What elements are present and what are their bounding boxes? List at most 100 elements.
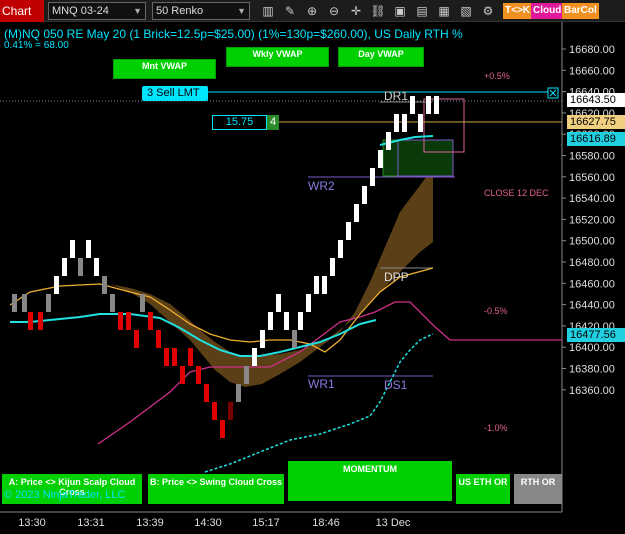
- renko-brick: [314, 276, 319, 294]
- pct-minus-label: -0.5%: [484, 306, 508, 316]
- renko-brick: [148, 312, 153, 330]
- barcol-toggle-button[interactable]: BarCol: [562, 3, 599, 19]
- mnt-vwap-button[interactable]: Mnt VWAP: [113, 59, 216, 79]
- renko-brick: [362, 186, 367, 204]
- renko-brick: [418, 114, 423, 132]
- rth-or-button[interactable]: RTH OR: [514, 474, 562, 504]
- renko-brick: [54, 276, 59, 294]
- draw-icon[interactable]: ✎: [282, 3, 298, 19]
- renko-brick: [94, 258, 99, 276]
- market-icon[interactable]: ⚙: [480, 3, 496, 19]
- momentum-button[interactable]: MOMENTUM: [288, 461, 452, 501]
- price-tick-label: 16540.00: [569, 193, 615, 205]
- renko-brick: [172, 348, 177, 366]
- instrument-selector[interactable]: MNQ 03-24 ▼: [48, 2, 146, 20]
- renko-brick: [402, 114, 407, 132]
- close-icon[interactable]: [547, 87, 559, 99]
- renko-brick: [196, 366, 201, 384]
- price-swing-cloud-button[interactable]: B: Price <> Swing Cloud Cross: [148, 474, 284, 504]
- renko-brick: [126, 312, 131, 330]
- renko-brick: [86, 240, 91, 258]
- chart-panel[interactable]: 16680.0016660.0016640.0016620.0016600.00…: [0, 22, 625, 534]
- chevron-down-icon: ▼: [133, 6, 142, 16]
- wr2-label: WR2: [308, 179, 335, 193]
- period-selector[interactable]: 50 Renko ▼: [152, 2, 250, 20]
- renko-brick: [102, 276, 107, 294]
- renko-brick: [338, 240, 343, 258]
- ma-price-box: 16616.89: [567, 132, 625, 146]
- ds1-label: DS1: [384, 378, 408, 392]
- renko-brick: [330, 258, 335, 276]
- price-tick-label: 16580.00: [569, 151, 615, 163]
- bar-chart-icon[interactable]: ▥: [260, 3, 276, 19]
- renko-brick: [62, 258, 67, 276]
- renko-brick: [28, 312, 33, 330]
- pct-plus-label: +0.5%: [484, 71, 510, 81]
- zoom-in-icon[interactable]: ⊕: [304, 3, 320, 19]
- renko-brick: [268, 312, 273, 330]
- renko-brick: [212, 402, 217, 420]
- crosshair-icon[interactable]: ✛: [348, 3, 364, 19]
- indicator-icon[interactable]: ▤: [414, 3, 430, 19]
- renko-brick: [110, 294, 115, 312]
- price-tick-label: 16440.00: [569, 300, 615, 312]
- renko-brick: [306, 294, 311, 312]
- order-price-box[interactable]: 15.75: [212, 115, 267, 130]
- strategy-icon[interactable]: ▦: [436, 3, 452, 19]
- time-tick-label: 18:46: [312, 517, 340, 529]
- properties-icon[interactable]: ▧: [458, 3, 474, 19]
- renko-brick: [164, 348, 169, 366]
- window-icon[interactable]: ▣: [392, 3, 408, 19]
- chart-title: Chart: [0, 0, 44, 22]
- renko-brick: [180, 366, 185, 384]
- price-tick-label: 16660.00: [569, 65, 615, 77]
- zoom-out-icon[interactable]: ⊖: [326, 3, 342, 19]
- price-tick-label: 16520.00: [569, 214, 615, 226]
- price-tick-label: 16360.00: [569, 385, 615, 397]
- renko-brick: [46, 294, 51, 312]
- price-tick-label: 16680.00: [569, 44, 615, 56]
- period-label: 50 Renko: [156, 5, 204, 17]
- renko-brick: [252, 348, 257, 366]
- renko-brick: [244, 366, 249, 384]
- tck-toggle-button[interactable]: T<>K: [503, 3, 533, 19]
- current-price-box: 16643.50: [567, 93, 625, 107]
- renko-brick: [378, 150, 383, 168]
- renko-brick: [118, 312, 123, 330]
- link-icon[interactable]: ⛓: [370, 3, 386, 19]
- price-tick-label: 16400.00: [569, 342, 615, 354]
- renko-bricks: [12, 96, 439, 438]
- renko-brick: [204, 384, 209, 402]
- instrument-label: MNQ 03-24: [52, 5, 109, 17]
- copyright-text: © 2023 NinjaTrader, LLC: [4, 489, 126, 501]
- renko-brick: [298, 312, 303, 330]
- renko-brick: [22, 294, 27, 312]
- stop-price-box: 16627.75: [567, 115, 625, 129]
- wkly-vwap-button[interactable]: Wkly VWAP: [226, 47, 329, 67]
- day-vwap-button[interactable]: Day VWAP: [338, 47, 424, 67]
- renko-brick: [12, 294, 17, 312]
- chart-subheader: 0.41% = 68.00: [4, 40, 69, 51]
- price-tick-label: 16560.00: [569, 172, 615, 184]
- time-tick-label: 13 Dec: [376, 517, 411, 529]
- time-tick-label: 13:39: [136, 517, 164, 529]
- cloud-toggle-button[interactable]: Cloud: [531, 3, 564, 19]
- entry-zone-box: [382, 139, 454, 177]
- renko-brick: [292, 330, 297, 348]
- pct-minus2-label: -1.0%: [484, 423, 508, 433]
- renko-brick: [322, 276, 327, 294]
- renko-brick: [38, 312, 43, 330]
- sell-limit-order-tag[interactable]: 3 Sell LMT: [142, 86, 208, 101]
- renko-brick: [284, 312, 289, 330]
- price-tick-label: 16380.00: [569, 364, 615, 376]
- us-eth-or-button[interactable]: US ETH OR: [456, 474, 510, 504]
- renko-brick: [410, 96, 415, 114]
- time-axis: 13:30 13:31 13:39 14:30 15:17 18:46 13 Dec: [18, 517, 411, 529]
- price-tick-label: 16460.00: [569, 278, 615, 290]
- renko-brick: [386, 132, 391, 150]
- renko-brick: [140, 294, 145, 312]
- price-tick-label: 16500.00: [569, 236, 615, 248]
- price-chart[interactable]: 16680.0016660.0016640.0016620.0016600.00…: [0, 22, 625, 534]
- order-qty-box[interactable]: 4: [267, 115, 279, 130]
- chart-header: (M)NQ 050 RE May 20 (1 Brick=12.5p=$25.0…: [4, 27, 463, 41]
